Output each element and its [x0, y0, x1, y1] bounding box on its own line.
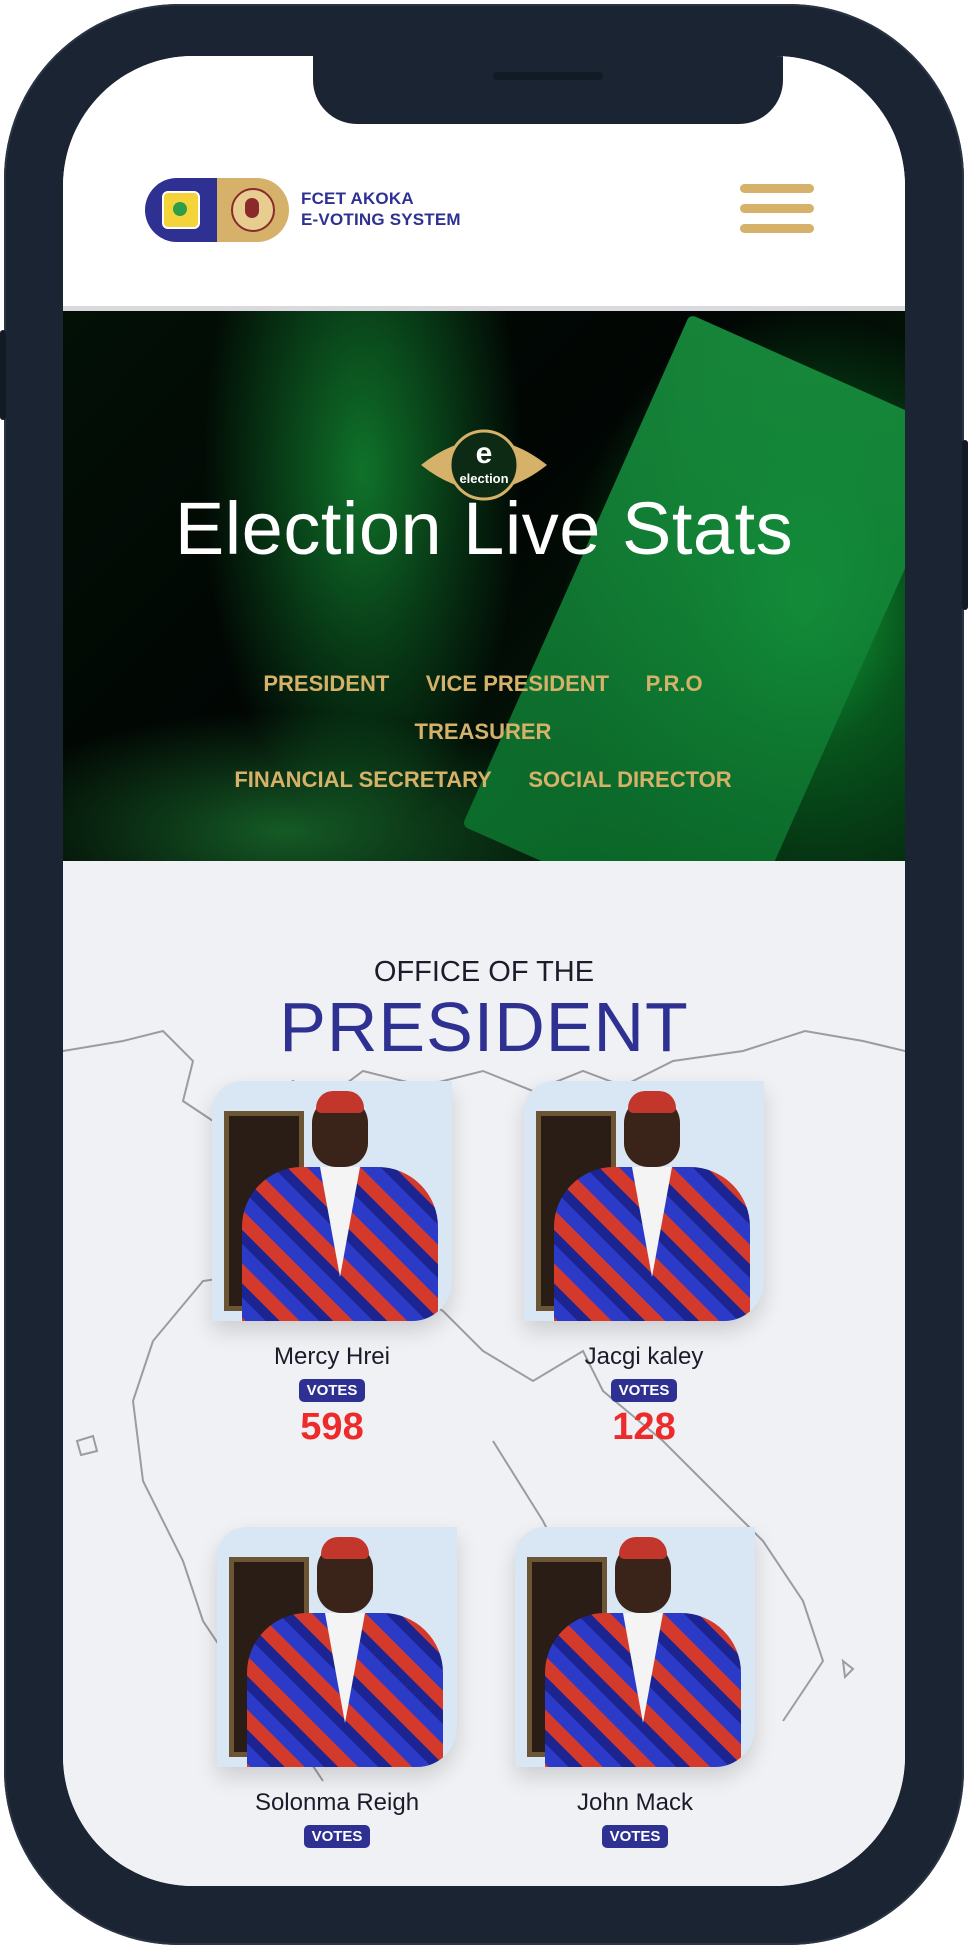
phone-power-button: [962, 440, 968, 610]
candidate-photo[interactable]: [524, 1081, 764, 1321]
brand-line-2: E-VOTING SYSTEM: [301, 210, 461, 229]
office-nav: PRESIDENT VICE PRESIDENT P.R.O TREASURER…: [163, 661, 803, 805]
office-link-financial-secretary[interactable]: FINANCIAL SECRETARY: [234, 757, 492, 802]
candidate-photo[interactable]: [217, 1527, 457, 1767]
brand-line-1: FCET AKOKA: [301, 189, 414, 208]
school-seal-icon: [217, 178, 289, 242]
candidate-name: Mercy Hrei: [273, 1343, 390, 1370]
votes-badge: VOTES: [303, 1825, 371, 1848]
votes-count: 598: [300, 1406, 364, 1448]
election-logo-text: election: [459, 471, 508, 486]
hero-banner: e election Election Live Stats PRESIDENT…: [63, 311, 905, 861]
section-kicker: OFFICE OF THE: [373, 956, 595, 988]
votes-count: 128: [612, 1406, 676, 1448]
phone-speaker: [493, 72, 603, 80]
candidate-card: Jacgi kaley VOTES 128: [524, 1081, 764, 1449]
candidate-photo[interactable]: [212, 1081, 452, 1321]
votes-badge: VOTES: [298, 1379, 366, 1402]
results-section: OFFICE OF THE PRESIDENT Mercy Hrei VOTES…: [63, 861, 905, 1886]
phone-screen: FCET AKOKA E-VOTING SYSTEM e election El…: [63, 56, 905, 1886]
phone-volume-button: [0, 330, 6, 420]
hamburger-menu-icon[interactable]: [740, 184, 814, 236]
votes-badge: VOTES: [610, 1379, 678, 1402]
section-title: PRESIDENT: [279, 988, 689, 1066]
office-link-treasurer[interactable]: TREASURER: [415, 709, 552, 754]
candidate-name: Jacgi kaley: [584, 1343, 704, 1370]
site-logo[interactable]: [145, 178, 289, 242]
election-logo-letter: e: [476, 437, 493, 470]
page-title: Election Live Stats: [174, 487, 794, 570]
candidate-card: Mercy Hrei VOTES 598: [212, 1081, 452, 1449]
phone-notch: [313, 56, 783, 124]
candidate-name: John Mack: [576, 1789, 694, 1816]
office-link-vice-president[interactable]: VICE PRESIDENT: [426, 661, 609, 706]
candidate-name: Solonma Reigh: [254, 1789, 420, 1816]
phone-mockup: FCET AKOKA E-VOTING SYSTEM e election El…: [0, 0, 968, 1949]
candidate-card: John Mack VOTES: [515, 1527, 755, 1848]
brand-name[interactable]: FCET AKOKA E-VOTING SYSTEM: [301, 188, 461, 230]
office-link-president[interactable]: PRESIDENT: [263, 661, 389, 706]
candidate-photo[interactable]: [515, 1527, 755, 1767]
office-link-social-director[interactable]: SOCIAL DIRECTOR: [528, 757, 731, 802]
school-crest-icon: [145, 178, 217, 242]
office-link-pro[interactable]: P.R.O: [646, 661, 703, 706]
votes-badge: VOTES: [601, 1825, 669, 1848]
candidate-card: Solonma Reigh VOTES: [217, 1527, 457, 1848]
